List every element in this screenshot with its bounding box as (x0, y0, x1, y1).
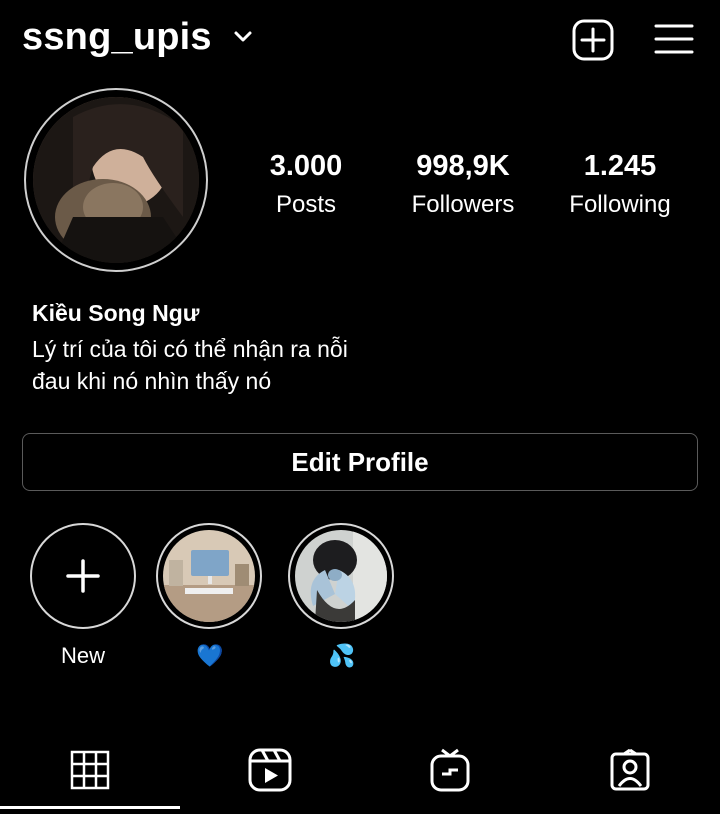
plus-icon (66, 559, 100, 593)
tab-reels[interactable] (180, 735, 360, 805)
followers-label: Followers (411, 191, 515, 218)
hamburger-menu-icon[interactable] (654, 20, 694, 60)
following-stat[interactable]: 1.245 Following (535, 150, 705, 219)
tab-posts-grid[interactable] (0, 735, 180, 805)
posts-stat[interactable]: 3.000 Posts (221, 150, 391, 219)
highlight-bow[interactable] (288, 523, 394, 629)
igtv-icon (430, 748, 470, 792)
grid-icon (70, 750, 110, 790)
highlight-label-blue-heart: 💙 (196, 643, 224, 668)
followers-stat[interactable]: 998,9K Followers (378, 150, 548, 219)
tab-igtv[interactable] (360, 735, 540, 805)
following-label: Following (569, 191, 671, 218)
highlight-label-new: New (60, 643, 105, 668)
avatar[interactable] (33, 97, 199, 263)
followers-count: 998,9K (416, 150, 510, 182)
avatar-photo (33, 97, 199, 263)
highlight-bow-thumbnail (295, 530, 387, 622)
highlight-desk[interactable] (156, 523, 262, 629)
profile-name: Kiều Song Ngư (32, 300, 200, 326)
new-highlight-ring[interactable] (30, 523, 136, 629)
plus-square-icon[interactable] (571, 18, 615, 62)
bio-line-2: đau khi nó nhìn thấy nó (32, 368, 272, 394)
posts-count: 3.000 (269, 150, 343, 182)
tagged-icon (610, 749, 650, 791)
highlight-desk-thumbnail (163, 530, 255, 622)
posts-label: Posts (275, 191, 337, 218)
bio-line-1: Lý trí của tôi có thể nhận ra nỗi (32, 336, 348, 362)
edit-profile-button[interactable]: Edit Profile (22, 433, 698, 491)
tab-tagged[interactable] (540, 735, 720, 805)
username-title[interactable]: ssng_upis (22, 16, 212, 59)
following-count: 1.245 (583, 150, 657, 182)
reels-icon (248, 748, 292, 792)
chevron-down-icon[interactable] (232, 26, 254, 48)
new-highlight-button[interactable] (30, 523, 136, 629)
highlight-label-sweat-drops: 💦 (328, 643, 356, 668)
active-tab-indicator (0, 806, 180, 809)
